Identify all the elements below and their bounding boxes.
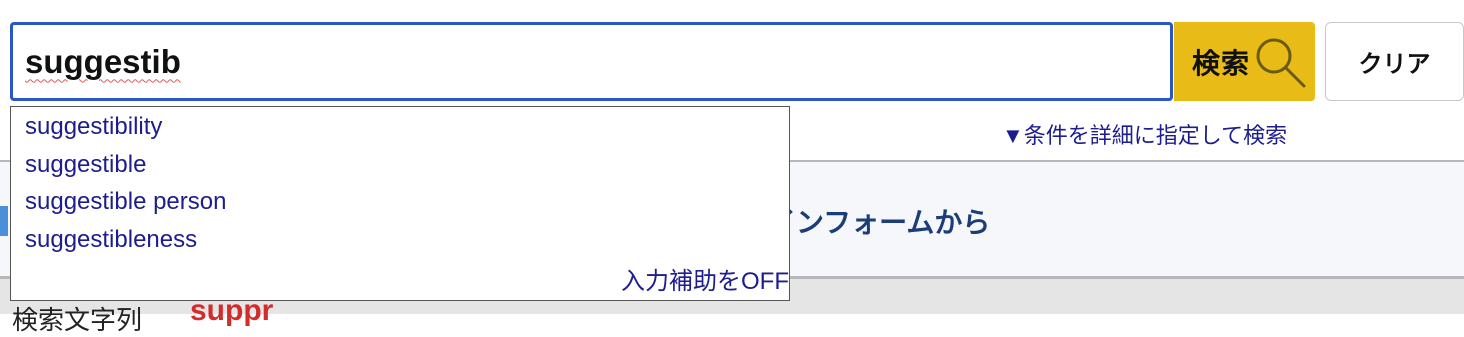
suggestion-item[interactable]: suggestibility — [25, 113, 162, 141]
search-term-label: 検索文字列 — [12, 305, 143, 335]
advanced-search-link[interactable]: ▼条件を詳細に指定して検索 — [1002, 118, 1287, 150]
clear-button[interactable]: クリア — [1325, 22, 1464, 101]
banner-text[interactable]: インフォームから — [768, 201, 990, 241]
search-button[interactable]: 検索 — [1174, 22, 1315, 101]
search-input-value: suggestib — [25, 42, 181, 80]
suggestion-item[interactable]: suggestible — [25, 151, 146, 179]
search-button-label: 検索 — [1192, 47, 1251, 79]
suggestion-item[interactable]: suggestibleness — [25, 226, 197, 254]
search-input[interactable]: suggestib — [10, 22, 1173, 101]
banner-icon — [0, 206, 8, 236]
magnifier-icon — [1256, 38, 1306, 87]
suggestion-dropdown: suggestibility suggestible suggestible p… — [10, 106, 790, 301]
suggestion-item[interactable]: suggestible person — [25, 188, 226, 216]
suggestion-off-link[interactable]: 入力補助をOFF — [621, 261, 789, 296]
